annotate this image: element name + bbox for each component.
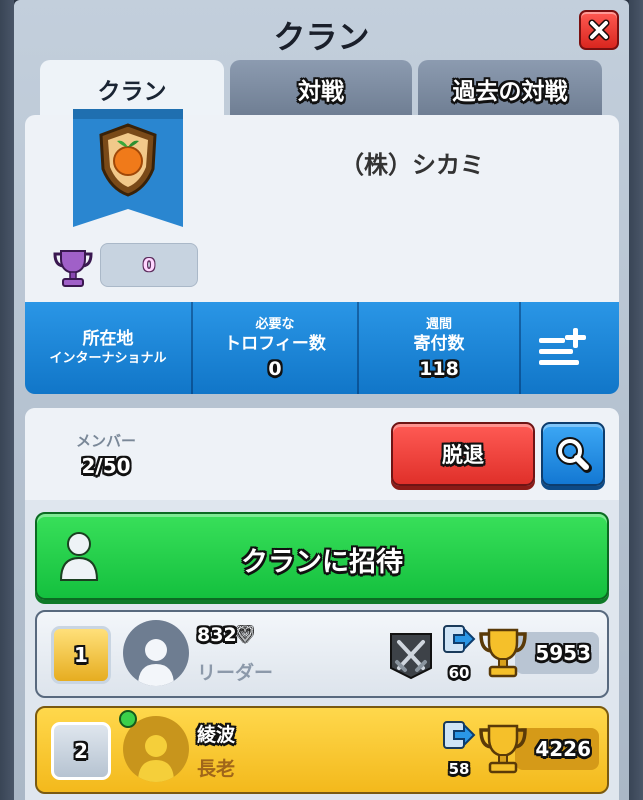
- avatar: [123, 620, 189, 686]
- stat-required-label-2: トロフィー数: [224, 333, 326, 354]
- member-row[interactable]: 2 綾波 長老 58 4226: [35, 706, 609, 794]
- leave-clan-button[interactable]: 脱退: [391, 422, 535, 486]
- members-card: メンバー 2/50 脱退 クランに招待 1 832♡ リーダー 60 5953 …: [25, 408, 619, 800]
- stat-donations-label-2: 寄付数: [413, 333, 465, 354]
- purple-trophy-icon: [53, 250, 93, 287]
- crossed-swords-icon: [390, 633, 432, 680]
- member-donations: 58: [448, 760, 470, 778]
- clan-panel: クラン クラン 対戦 過去の対戦 （株）シカミ 0 所在地 インターナショナル …: [14, 0, 629, 800]
- stat-donations-label-1: 週間: [425, 316, 452, 332]
- list-plus-icon: [539, 328, 586, 365]
- members-label: メンバー: [75, 432, 136, 450]
- invite-label: クランに招待: [241, 547, 403, 578]
- member-donations: 60: [448, 664, 470, 682]
- clan-name: （株）シカミ: [340, 151, 484, 179]
- members-count: 2/50: [81, 454, 131, 478]
- gold-trophy-icon: [479, 724, 527, 774]
- clan-info-card: （株）シカミ 0: [25, 109, 619, 303]
- member-name: 832♡: [197, 624, 254, 646]
- stat-required-trophies: 必要な トロフィー数 0: [191, 302, 357, 394]
- person-icon: [138, 639, 174, 686]
- close-button[interactable]: [579, 10, 619, 50]
- close-icon: [588, 19, 610, 41]
- stat-location-value: インターナショナル: [49, 350, 167, 366]
- stat-required-value: 0: [268, 357, 282, 380]
- member-rank: 1: [51, 626, 111, 684]
- online-indicator: [119, 710, 137, 728]
- window-title: クラン: [273, 18, 370, 56]
- member-rank: 2: [51, 722, 111, 780]
- left-frame: [0, 0, 14, 800]
- tab-war[interactable]: 対戦: [230, 60, 412, 118]
- member-role: リーダー: [197, 662, 274, 684]
- clan-trophy-value: 0: [142, 254, 156, 276]
- person-icon: [138, 735, 174, 782]
- donate-card-icon: [443, 721, 476, 749]
- donate-card-icon: [443, 625, 476, 653]
- stat-donations-value: 118: [419, 357, 459, 380]
- gold-trophy-icon: [479, 628, 527, 678]
- member-role: 長老: [197, 758, 236, 780]
- clan-stats-bar: 所在地 インターナショナル 必要な トロフィー数 0 週間 寄付数 118: [25, 302, 619, 394]
- clan-menu-button[interactable]: [519, 302, 605, 394]
- stat-required-label-1: 必要な: [255, 316, 295, 332]
- stat-weekly-donations: 週間 寄付数 118: [357, 302, 519, 394]
- tab-war-history[interactable]: 過去の対戦: [418, 60, 602, 118]
- members-header: メンバー 2/50 脱退: [25, 408, 619, 500]
- right-frame: [629, 0, 643, 800]
- search-icon: [556, 437, 592, 473]
- stat-location-label: 所在地: [82, 328, 134, 349]
- clan-trophies: 0: [100, 243, 198, 287]
- member-name: 綾波: [197, 724, 236, 746]
- invite-to-clan-button[interactable]: クランに招待: [35, 512, 609, 600]
- search-button[interactable]: [541, 422, 605, 486]
- stat-location: 所在地 インターナショナル: [25, 302, 191, 394]
- member-row[interactable]: 1 832♡ リーダー 60 5953: [35, 610, 609, 698]
